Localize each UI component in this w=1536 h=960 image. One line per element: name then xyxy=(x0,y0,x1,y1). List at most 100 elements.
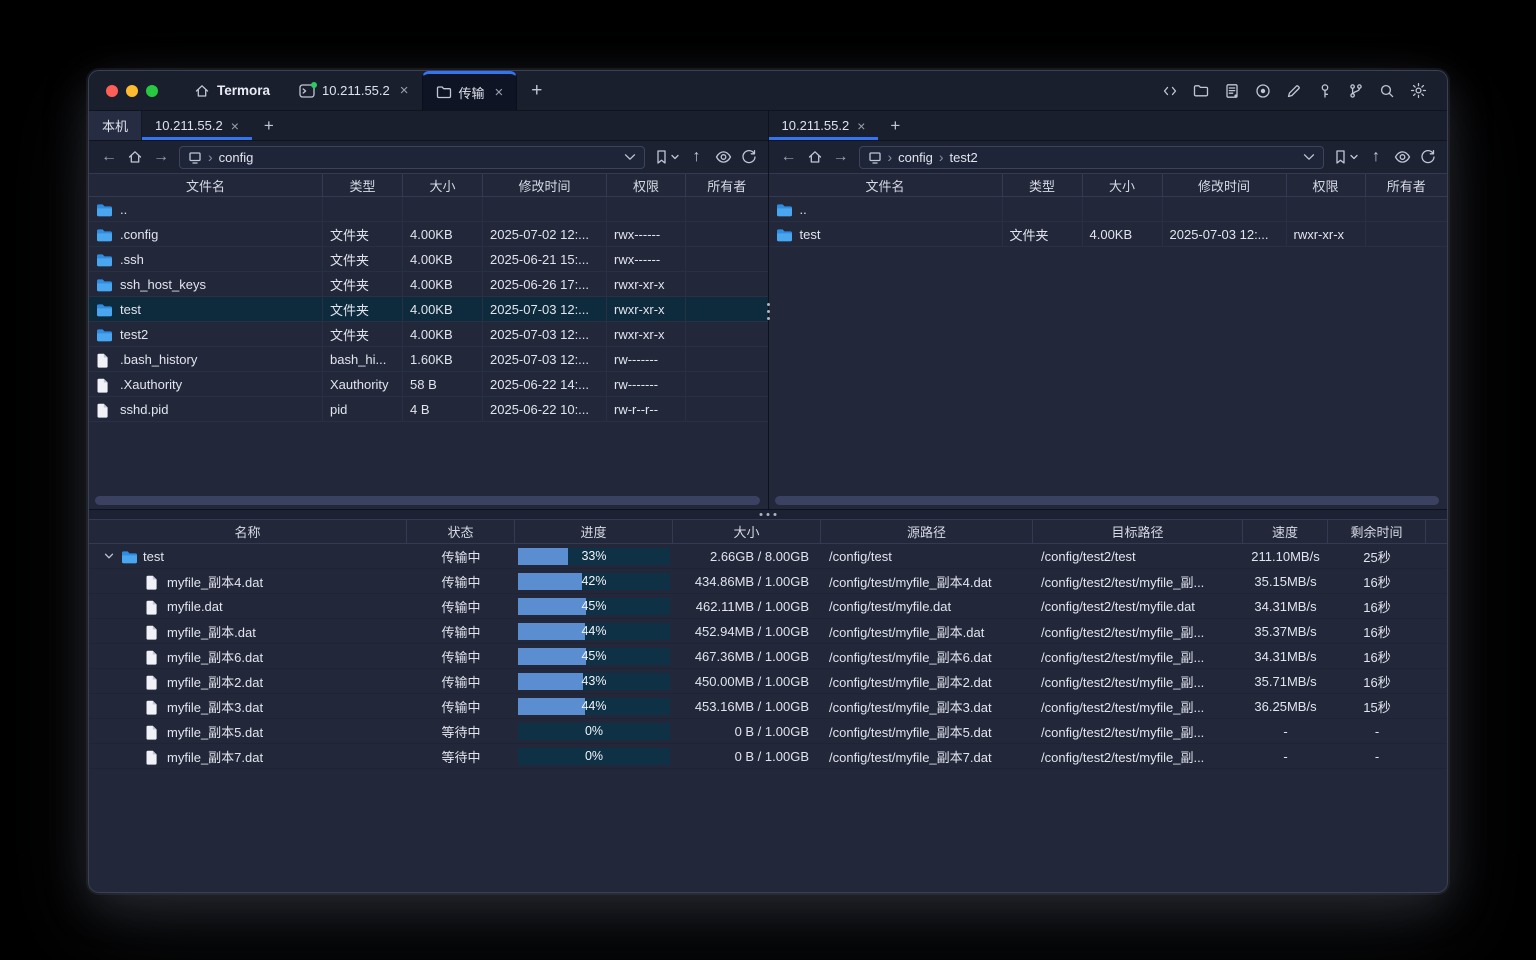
path-field[interactable]: › config › test2 xyxy=(859,146,1325,169)
branch-icon[interactable] xyxy=(1348,83,1364,99)
chevron-down-icon[interactable] xyxy=(102,552,116,560)
edit-icon[interactable] xyxy=(1286,83,1302,99)
new-tab-button[interactable]: + xyxy=(517,71,556,110)
horizontal-scrollbar[interactable] xyxy=(775,496,1440,505)
table-row[interactable]: .bash_history bash_hi... 1.60KB 2025-07-… xyxy=(89,347,768,372)
transfer-row[interactable]: myfile_副本.dat 传输中 44% 452.94MB / 1.00GB … xyxy=(89,619,1447,644)
col-header-type[interactable]: 类型 xyxy=(323,174,403,196)
col-header-size[interactable]: 大小 xyxy=(1083,174,1163,196)
tab-session[interactable]: 10.211.55.2 × xyxy=(286,71,421,110)
tab-transfer[interactable]: 传输 × xyxy=(422,71,518,110)
key-icon[interactable] xyxy=(1317,83,1333,99)
col-header-type[interactable]: 类型 xyxy=(1003,174,1083,196)
tab-local[interactable]: 本机 xyxy=(89,111,142,140)
transfer-row[interactable]: test 传输中 33% 2.66GB / 8.00GB /config/tes… xyxy=(89,544,1447,569)
close-icon[interactable]: × xyxy=(495,85,504,100)
record-icon[interactable] xyxy=(1255,83,1271,99)
transfer-table-header: 名称 状态 进度 大小 源路径 目标路径 速度 剩余时间 xyxy=(89,520,1447,544)
parent-dir-button[interactable]: ↑ xyxy=(1367,148,1385,166)
col-header-source[interactable]: 源路径 xyxy=(821,520,1033,543)
table-row[interactable]: test 文件夹 4.00KB 2025-07-03 12:... rwxr-x… xyxy=(89,297,768,322)
col-header-perm[interactable]: 权限 xyxy=(1287,174,1366,196)
col-header-size[interactable]: 大小 xyxy=(673,520,821,543)
file-name-cell: .bash_history xyxy=(89,347,323,371)
gear-icon[interactable] xyxy=(1410,82,1427,99)
transfer-row[interactable]: myfile_副本3.dat 传输中 44% 453.16MB / 1.00GB… xyxy=(89,694,1447,719)
back-button[interactable]: ← xyxy=(780,148,798,166)
table-row[interactable]: test2 文件夹 4.00KB 2025-07-03 12:... rwxr-… xyxy=(89,322,768,347)
col-header-target[interactable]: 目标路径 xyxy=(1033,520,1243,543)
horizontal-scrollbar[interactable] xyxy=(95,496,760,505)
col-header-mtime[interactable]: 修改时间 xyxy=(1163,174,1287,196)
home-icon[interactable] xyxy=(807,149,823,165)
add-panel-tab-button[interactable]: + xyxy=(252,111,286,140)
transfer-status: 传输中 xyxy=(407,669,515,693)
transfer-name-cell: myfile_副本3.dat xyxy=(89,694,407,718)
folder-icon[interactable] xyxy=(1193,83,1209,99)
col-header-size[interactable]: 大小 xyxy=(403,174,483,196)
col-header-progress[interactable]: 进度 xyxy=(515,520,673,543)
file-type-icon xyxy=(96,328,113,343)
path-segment[interactable]: config xyxy=(219,150,254,165)
col-header-filename[interactable]: 文件名 xyxy=(769,174,1003,196)
code-snippets-icon[interactable] xyxy=(1162,83,1178,99)
zoom-window-button[interactable] xyxy=(146,85,158,97)
table-row[interactable]: .. xyxy=(89,197,768,222)
close-icon[interactable]: × xyxy=(857,118,865,134)
transfer-row[interactable]: myfile_副本4.dat 传输中 42% 434.86MB / 1.00GB… xyxy=(89,569,1447,594)
file-type-icon xyxy=(96,278,113,293)
transfer-row[interactable]: myfile_副本2.dat 传输中 43% 450.00MB / 1.00GB… xyxy=(89,669,1447,694)
col-header-mtime[interactable]: 修改时间 xyxy=(483,174,607,196)
tab-remote-host[interactable]: 10.211.55.2 × xyxy=(769,111,879,140)
col-header-filename[interactable]: 文件名 xyxy=(89,174,323,196)
minimize-window-button[interactable] xyxy=(126,85,138,97)
refresh-icon[interactable] xyxy=(1420,149,1436,165)
col-header-speed[interactable]: 速度 xyxy=(1243,520,1328,543)
file-name-cell: .ssh xyxy=(89,247,323,271)
table-row[interactable]: .Xauthority Xauthority 58 B 2025-06-22 1… xyxy=(89,372,768,397)
parent-dir-button[interactable]: ↑ xyxy=(688,148,706,166)
close-icon[interactable]: × xyxy=(231,118,239,134)
transfer-row[interactable]: myfile_副本7.dat 等待中 0% 0 B / 1.00GB /conf… xyxy=(89,744,1447,769)
close-window-button[interactable] xyxy=(106,85,118,97)
table-row[interactable]: test 文件夹 4.00KB 2025-07-03 12:... rwxr-x… xyxy=(769,222,1448,247)
close-icon[interactable]: × xyxy=(400,83,409,98)
col-header-perm[interactable]: 权限 xyxy=(607,174,686,196)
forward-button[interactable]: → xyxy=(152,148,170,166)
table-row[interactable]: .ssh 文件夹 4.00KB 2025-06-21 15:... rwx---… xyxy=(89,247,768,272)
col-header-remaining[interactable]: 剩余时间 xyxy=(1328,520,1426,543)
back-button[interactable]: ← xyxy=(100,148,118,166)
col-header-status[interactable]: 状态 xyxy=(407,520,515,543)
search-icon[interactable] xyxy=(1379,83,1395,99)
path-segment[interactable]: test2 xyxy=(950,150,978,165)
home-tab[interactable]: Termora xyxy=(178,71,286,110)
show-hidden-icon[interactable] xyxy=(1394,150,1411,164)
transfer-speed: 35.71MB/s xyxy=(1243,669,1328,693)
chevron-down-icon[interactable] xyxy=(624,153,636,161)
show-hidden-icon[interactable] xyxy=(715,150,732,164)
refresh-icon[interactable] xyxy=(741,149,757,165)
col-header-owner[interactable]: 所有者 xyxy=(686,174,768,196)
add-panel-tab-button[interactable]: + xyxy=(878,111,912,140)
table-row[interactable]: ssh_host_keys 文件夹 4.00KB 2025-06-26 17:.… xyxy=(89,272,768,297)
table-row[interactable]: .. xyxy=(769,197,1448,222)
home-icon[interactable] xyxy=(127,149,143,165)
panel-splitter-handle[interactable] xyxy=(764,303,773,320)
bookmark-control[interactable] xyxy=(1333,149,1358,165)
transfer-row[interactable]: myfile.dat 传输中 45% 462.11MB / 1.00GB /co… xyxy=(89,594,1447,619)
bookmark-control[interactable] xyxy=(654,149,679,165)
table-row[interactable]: .config 文件夹 4.00KB 2025-07-02 12:... rwx… xyxy=(89,222,768,247)
log-icon[interactable] xyxy=(1224,83,1240,99)
path-segment[interactable]: config xyxy=(898,150,933,165)
col-header-owner[interactable]: 所有者 xyxy=(1366,174,1448,196)
progress-label: 45% xyxy=(518,598,670,615)
path-field[interactable]: › config xyxy=(179,146,645,169)
table-row[interactable]: sshd.pid pid 4 B 2025-06-22 10:... rw-r-… xyxy=(89,397,768,422)
transfer-row[interactable]: myfile_副本5.dat 等待中 0% 0 B / 1.00GB /conf… xyxy=(89,719,1447,744)
tab-remote-host[interactable]: 10.211.55.2 × xyxy=(142,111,252,140)
transfer-row[interactable]: myfile_副本6.dat 传输中 45% 467.36MB / 1.00GB… xyxy=(89,644,1447,669)
col-header-name[interactable]: 名称 xyxy=(89,520,407,543)
horizontal-splitter[interactable] xyxy=(89,509,1447,520)
chevron-down-icon[interactable] xyxy=(1303,153,1315,161)
forward-button[interactable]: → xyxy=(832,148,850,166)
